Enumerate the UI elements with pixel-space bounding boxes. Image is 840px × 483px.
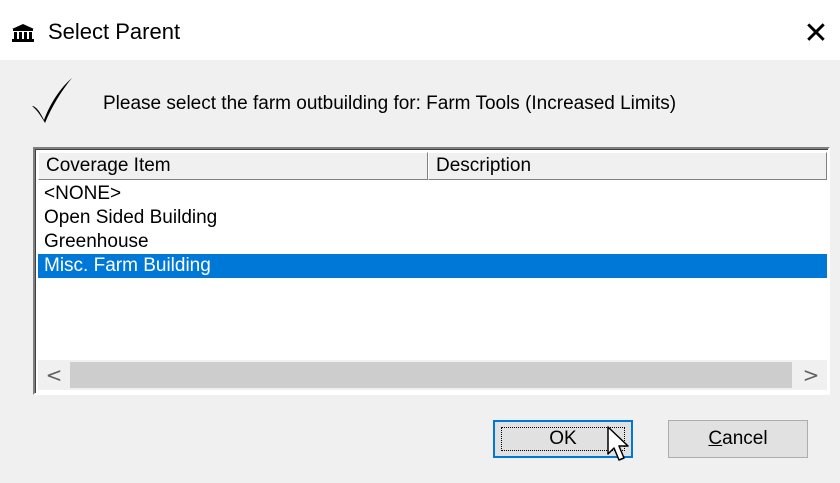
list-item-label: Open Sided Building (44, 207, 218, 228)
dialog-body: Please select the farm outbuilding for: … (0, 60, 840, 483)
close-button[interactable]: ✕ (792, 8, 840, 60)
cancel-button[interactable]: Cancel (668, 420, 808, 458)
column-header-description[interactable]: Description (428, 152, 827, 180)
checkmark-icon (32, 78, 72, 123)
list-item-selected[interactable]: Misc. Farm Building (38, 254, 827, 278)
title-bar[interactable]: Select Parent ✕ (0, 0, 840, 60)
scroll-left-icon[interactable]: < (38, 360, 70, 390)
mouse-cursor-icon (607, 426, 629, 461)
window-title: Select Parent (48, 19, 181, 44)
cancel-button-label: ancel (722, 428, 768, 449)
scroll-right-icon[interactable]: > (795, 360, 827, 390)
list-item[interactable]: Greenhouse (38, 230, 827, 254)
list-item[interactable]: <NONE> (38, 182, 827, 206)
list-item-label: <NONE> (44, 183, 122, 204)
list-header: Coverage Item Description (38, 152, 827, 180)
list-item[interactable]: Open Sided Building (38, 206, 827, 230)
horizontal-scrollbar[interactable]: < > (38, 360, 827, 390)
list-rows: <NONE> Open Sided Building Greenhouse Mi… (38, 182, 827, 278)
column-header-coverage-item[interactable]: Coverage Item (38, 152, 428, 180)
prompt-text: Please select the farm outbuilding for: … (103, 93, 677, 114)
scroll-thumb[interactable] (70, 362, 792, 388)
cancel-mnemonic: C (708, 428, 723, 449)
close-icon: ✕ (803, 16, 829, 51)
building-icon (12, 24, 34, 42)
list-item-label: Misc. Farm Building (44, 255, 211, 276)
coverage-list[interactable]: Coverage Item Description <NONE> Open Si… (33, 147, 830, 395)
list-item-label: Greenhouse (44, 231, 149, 252)
